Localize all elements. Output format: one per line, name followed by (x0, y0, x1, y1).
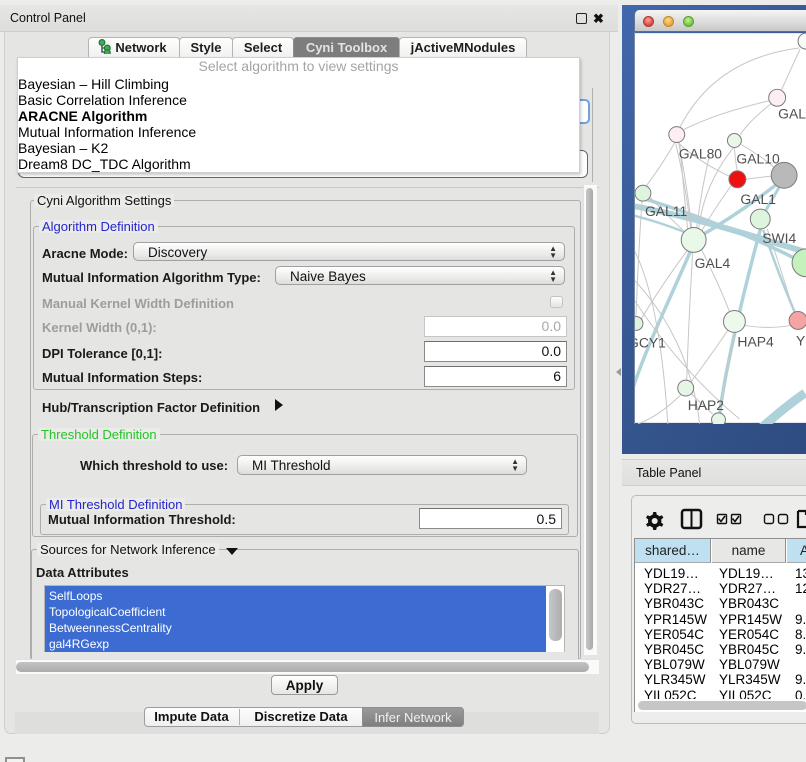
svg-text:GAL2: GAL2 (778, 106, 806, 122)
svg-text:GAL10: GAL10 (736, 150, 780, 166)
svg-text:GCY1: GCY1 (634, 334, 666, 350)
svg-text:HAP2: HAP2 (688, 397, 725, 413)
svg-text:YM: YM (796, 332, 806, 348)
svg-text:SWI4: SWI4 (762, 230, 796, 246)
svg-text:GAL11: GAL11 (645, 203, 688, 219)
svg-text:GAL4: GAL4 (695, 255, 731, 271)
svg-text:HAP4: HAP4 (737, 333, 774, 349)
svg-text:GAL1: GAL1 (740, 191, 776, 207)
svg-text:GAL80: GAL80 (679, 145, 723, 161)
